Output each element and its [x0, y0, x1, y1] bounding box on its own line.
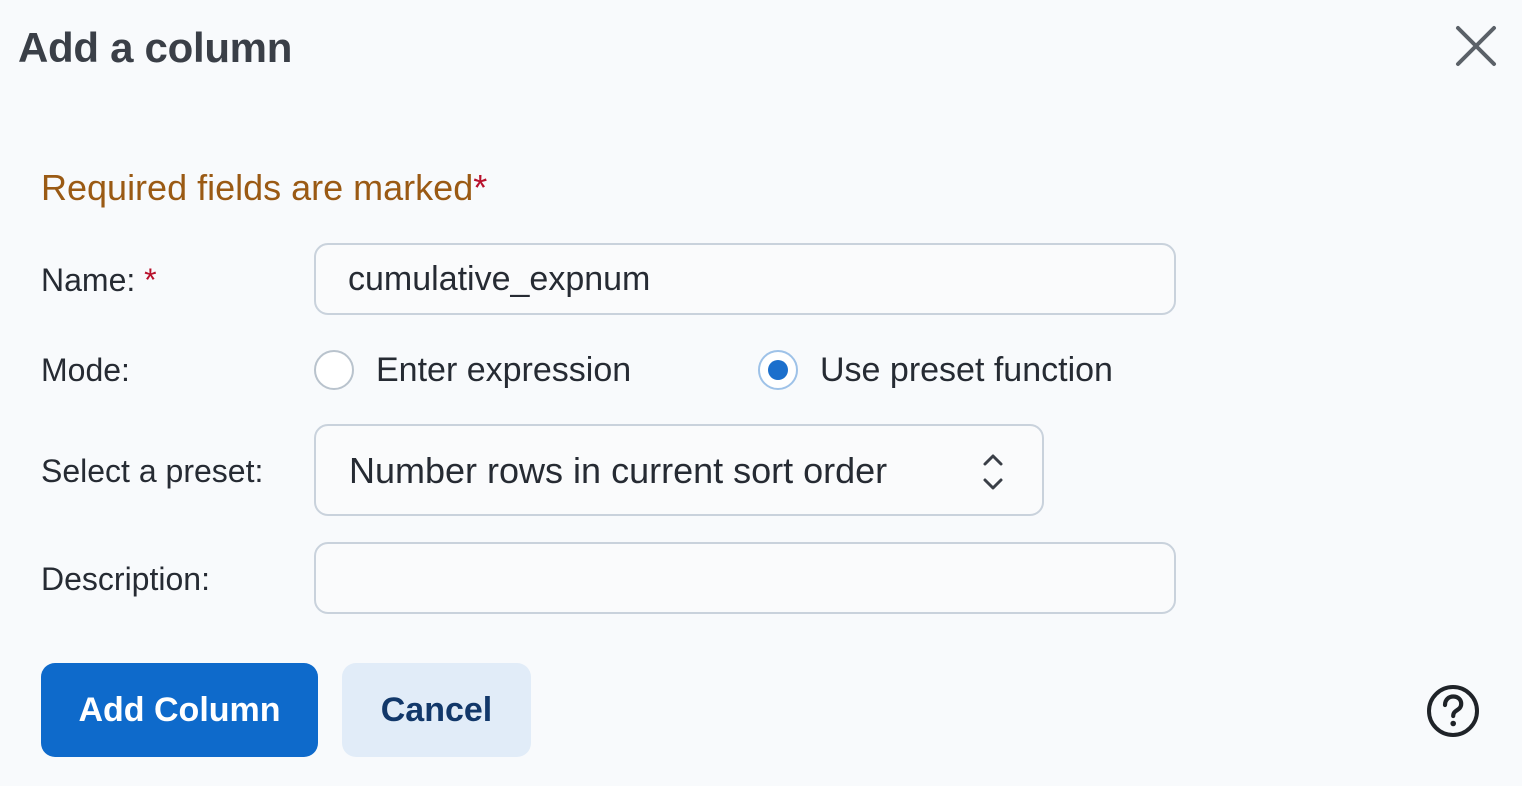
description-input[interactable]: [314, 542, 1176, 614]
name-label: Name: *: [41, 258, 157, 302]
mode-option-use-preset-function[interactable]: Use preset function: [758, 348, 1113, 392]
radio-use-preset-function[interactable]: [758, 350, 798, 390]
preset-select-value: Number rows in current sort order: [349, 450, 888, 491]
radio-label-enter-expression: Enter expression: [376, 351, 632, 389]
help-icon: [1427, 685, 1479, 737]
name-input[interactable]: [314, 243, 1176, 315]
chevron-updown-icon: [983, 454, 1003, 490]
add-column-button[interactable]: Add Column: [41, 663, 318, 757]
name-required-star: *: [144, 262, 157, 298]
add-column-dialog: Add a column Required fields are marked*…: [0, 0, 1522, 786]
dialog-title: Add a column: [18, 24, 293, 71]
required-note-text: Required fields are marked: [41, 167, 474, 208]
help-button[interactable]: [1426, 684, 1480, 738]
required-fields-note: Required fields are marked*: [41, 163, 487, 213]
radio-label-use-preset-function: Use preset function: [820, 351, 1113, 389]
name-label-text: Name:: [41, 262, 136, 298]
radio-enter-expression[interactable]: [314, 350, 354, 390]
close-icon: [1456, 26, 1496, 66]
required-note-star: *: [473, 167, 488, 208]
mode-label: Mode:: [41, 352, 130, 388]
preset-select[interactable]: Number rows in current sort order: [314, 424, 1044, 516]
close-button[interactable]: [1450, 20, 1502, 72]
description-label: Description:: [41, 561, 210, 597]
preset-label: Select a preset:: [41, 453, 264, 489]
mode-option-enter-expression[interactable]: Enter expression: [314, 348, 631, 392]
radio-selected-dot: [768, 360, 788, 380]
cancel-button[interactable]: Cancel: [342, 663, 531, 757]
